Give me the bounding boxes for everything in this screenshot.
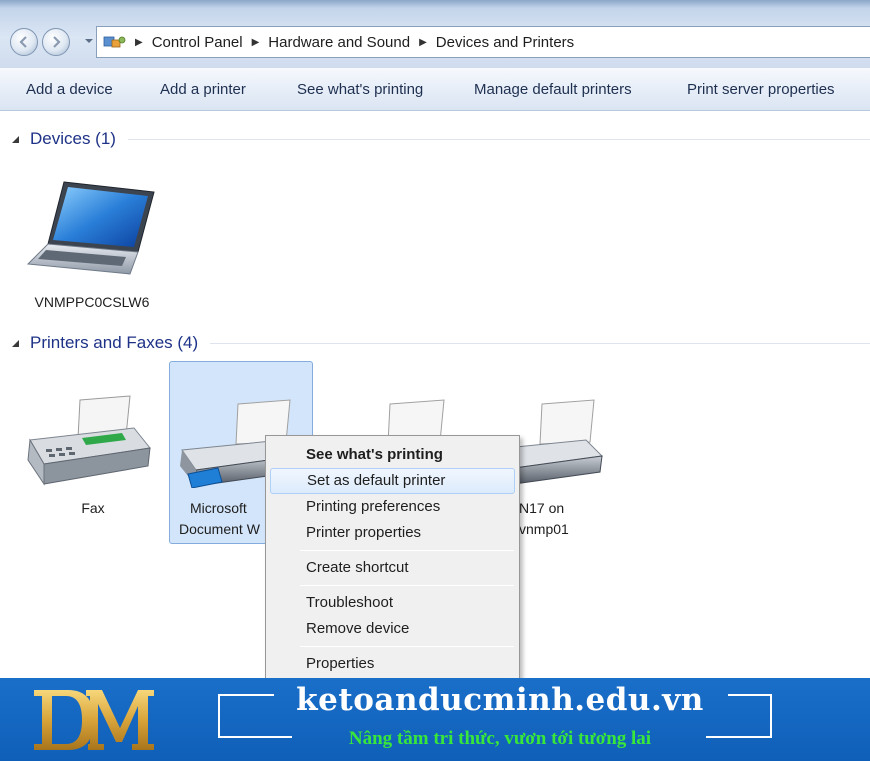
banner-frame-line (218, 694, 220, 738)
banner-frame-line (218, 736, 292, 738)
menu-separator (300, 550, 514, 551)
ducminh-dm-logo (34, 690, 154, 750)
address-bar-strip: ▶ Control Panel ▶ Hardware and Sound ▶ D… (0, 0, 870, 68)
arrow-left-icon (19, 36, 27, 48)
back-button[interactable] (10, 28, 38, 56)
breadcrumb-hardware-and-sound[interactable]: Hardware and Sound (268, 34, 410, 51)
menu-item-properties[interactable]: Properties (270, 651, 515, 677)
menu-item-create-shortcut[interactable]: Create shortcut (270, 555, 515, 581)
breadcrumb-separator-icon[interactable]: ▶ (419, 37, 427, 48)
printer-label-n17-line2: vnmp01 (519, 521, 569, 537)
fax-icon[interactable] (22, 394, 154, 486)
menu-item-troubleshoot[interactable]: Troubleshoot (270, 590, 515, 616)
see-whats-printing-button[interactable]: See what's printing (297, 81, 423, 98)
breadcrumb-separator-icon: ▶ (135, 36, 143, 48)
breadcrumb-control-panel[interactable]: Control Panel (152, 34, 243, 51)
banner-frame-line (770, 694, 772, 738)
recent-pages-dropdown-icon[interactable] (84, 36, 94, 46)
add-device-button[interactable]: Add a device (26, 81, 113, 98)
menu-item-set-as-default-printer[interactable]: Set as default printer (270, 468, 515, 494)
collapse-triangle-icon[interactable] (10, 338, 20, 348)
menu-item-printer-properties[interactable]: Printer properties (270, 520, 515, 546)
watermark-banner: ketoanducminh.edu.vn Nâng tầm tri thức, … (0, 678, 870, 761)
device-label-vnmppc0cslw6: VNMPPC0CSLW6 (34, 294, 150, 310)
control-panel-icon (103, 36, 126, 48)
forward-button[interactable] (42, 28, 70, 56)
printer-label-n17-line1: N17 on (519, 500, 565, 516)
banner-frame-line (728, 694, 772, 696)
menu-item-remove-device[interactable]: Remove device (270, 616, 515, 642)
banner-site-url: ketoanducminh.edu.vn (296, 682, 704, 718)
laptop-icon[interactable] (26, 178, 156, 288)
printer-label-microsoft-line2: Document W (179, 521, 260, 537)
devices-group-header[interactable]: Devices (1) (10, 129, 870, 149)
add-printer-button[interactable]: Add a printer (160, 81, 246, 98)
devices-group-title: Devices (1) (30, 129, 116, 148)
collapse-triangle-icon[interactable] (10, 134, 20, 144)
banner-frame-line (706, 736, 772, 738)
printer-label-fax: Fax (81, 500, 105, 516)
group-divider (210, 342, 870, 344)
menu-separator (300, 646, 514, 647)
menu-item-see-whats-printing[interactable]: See what's printing (270, 442, 515, 468)
breadcrumb-devices-and-printers[interactable]: Devices and Printers (436, 34, 574, 51)
printer-label-microsoft-line1: Microsoft (190, 500, 247, 516)
printer-context-menu: See what's printing Set as default print… (265, 435, 520, 680)
printers-group-title: Printers and Faxes (4) (30, 333, 199, 352)
arrow-right-icon (53, 36, 61, 48)
print-server-properties-button[interactable]: Print server properties (687, 81, 835, 98)
menu-item-printing-preferences[interactable]: Printing preferences (270, 494, 515, 520)
banner-frame-line (218, 694, 274, 696)
manage-default-printers-button[interactable]: Manage default printers (474, 81, 632, 98)
address-box[interactable]: ▶ Control Panel ▶ Hardware and Sound ▶ D… (96, 26, 870, 58)
menu-separator (300, 585, 514, 586)
group-divider (127, 138, 870, 140)
command-bar: Add a device Add a printer See what's pr… (0, 68, 870, 111)
banner-tagline: Nâng tầm tri thức, vươn tới tương lai (348, 728, 652, 749)
breadcrumb-separator-icon[interactable]: ▶ (252, 37, 260, 48)
printers-group-header[interactable]: Printers and Faxes (4) (10, 333, 870, 353)
